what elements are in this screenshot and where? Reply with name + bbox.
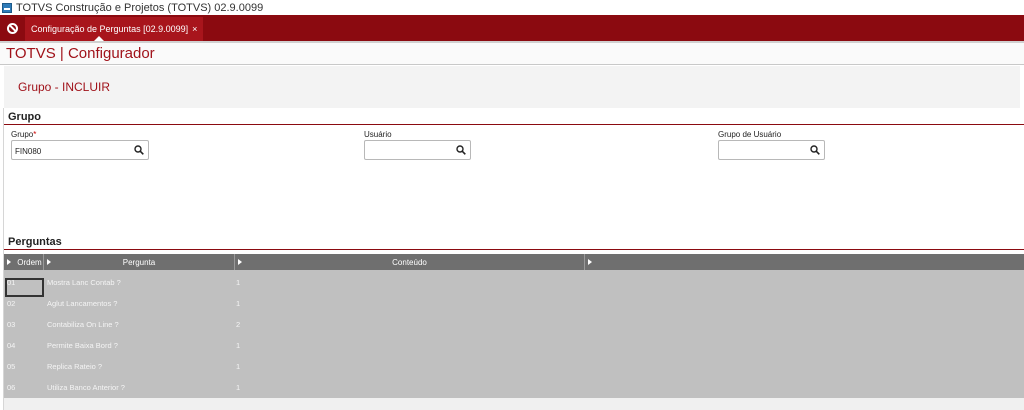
cell-pergunta: Mostra Lanc Contab ? [47,278,121,287]
search-icon[interactable] [456,145,466,155]
usuario-field[interactable] [364,140,471,161]
table-row[interactable]: 01 Mostra Lanc Contab ? 1 [4,271,1024,297]
required-mark: * [33,130,37,139]
app-header: TOTVS | Configurador [0,43,1024,65]
close-icon[interactable]: × [192,24,197,34]
section-divider [4,249,1024,250]
column-header-label: Pergunta [122,257,156,267]
cell-conteudo: 1 [236,299,241,308]
perguntas-grid: Ordem Pergunta Conteúdo 01 Mostra Lanc C… [4,254,1024,398]
cell-pergunta: Permite Baixa Bord ? [47,341,118,350]
grupo-label: Grupo* [11,130,36,139]
search-icon[interactable] [810,145,820,155]
home-button[interactable] [0,15,24,41]
column-header-label: Conteúdo [392,257,427,267]
column-header-pergunta[interactable]: Pergunta [44,254,235,270]
table-row[interactable]: 04 Permite Baixa Bord ? 1 [4,334,1024,355]
grupo-field[interactable] [11,140,149,161]
window-titlebar: TOTVS Construção e Projetos (TOTVS) 02.9… [0,0,1024,15]
table-row[interactable]: 02 Aglut Lancamentos ? 1 [4,292,1024,313]
column-header-label: Ordem [17,257,42,267]
cell-ordem: 04 [7,341,16,350]
column-header-ordem[interactable]: Ordem [4,254,44,270]
home-icon [6,22,18,34]
column-header-extra[interactable] [585,254,1024,270]
grupo-usuario-field[interactable] [718,140,825,161]
column-header-conteudo[interactable]: Conteúdo [235,254,585,270]
table-row[interactable]: 03 Contabiliza On Line ? 2 [4,313,1024,334]
grupo-input[interactable] [12,142,100,161]
window-title: TOTVS Construção e Projetos (TOTVS) 02.9… [16,1,264,14]
grupo-usuario-input[interactable] [719,142,807,161]
section-title-perguntas: Perguntas [8,236,62,248]
cell-ordem: 03 [7,320,16,329]
sort-arrow-icon [588,259,592,265]
app-title: TOTVS | Configurador [6,45,155,62]
cell-conteudo: 1 [236,362,241,371]
page-title: Grupo - INCLUIR [18,80,111,94]
usuario-input[interactable] [365,142,453,161]
cell-pergunta: Utiliza Banco Anterior ? [47,383,125,392]
grupo-label-text: Grupo [11,130,34,139]
app-icon [2,2,12,13]
grid-footer [4,398,1024,410]
usuario-label: Usuário [364,130,392,139]
cell-conteudo: 1 [236,278,241,287]
cell-conteudo: 1 [236,383,241,392]
cell-ordem: 05 [7,362,16,371]
tab-configuracao-perguntas[interactable]: Configuração de Perguntas [02.9.0099] × [25,17,204,41]
page-header: Grupo - INCLUIR [4,66,1020,108]
grupo-usuario-label: Grupo de Usuário [718,130,782,139]
cell-conteudo: 1 [236,341,241,350]
table-row[interactable]: 06 Utiliza Banco Anterior ? 1 [4,376,1024,397]
tab-label: Configuração de Perguntas [02.9.0099] [31,24,189,34]
cell-pergunta: Contabiliza On Line ? [47,320,119,329]
cell-pergunta: Replica Rateio ? [47,362,103,371]
cell-conteudo: 2 [236,320,241,329]
section-divider [4,124,1024,125]
search-icon[interactable] [134,145,144,155]
table-row[interactable]: 05 Replica Rateio ? 1 [4,355,1024,376]
cell-pergunta: Aglut Lancamentos ? [47,299,118,308]
cell-ordem: 01 [7,278,16,287]
cell-ordem: 02 [7,299,16,308]
tab-bar: Configuração de Perguntas [02.9.0099] × [0,15,1024,41]
cell-ordem: 06 [7,383,16,392]
section-title-grupo: Grupo [8,111,41,123]
grid-header: Ordem Pergunta Conteúdo [4,254,1024,270]
